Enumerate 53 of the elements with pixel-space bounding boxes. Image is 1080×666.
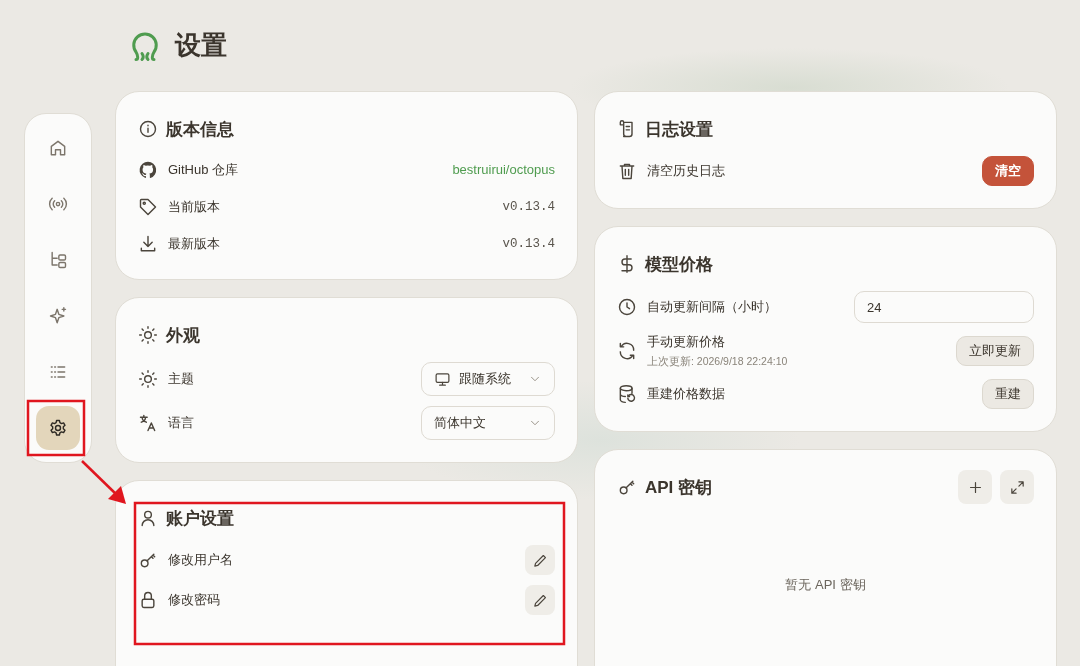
expand-icon xyxy=(1008,478,1026,496)
annotation-arrow xyxy=(81,460,126,504)
setting-label: 主题 xyxy=(168,370,195,388)
edit-button[interactable] xyxy=(525,545,555,575)
monitor-icon xyxy=(434,370,451,388)
version-value: v0.13.4 xyxy=(502,199,555,214)
setting-label: 最新版本 xyxy=(168,234,221,253)
setting-label: GitHub 仓库 xyxy=(168,160,240,179)
tag-icon xyxy=(138,196,158,217)
card-title: 外观 xyxy=(166,324,201,347)
sparkle-icon xyxy=(48,306,68,326)
trash-icon xyxy=(617,161,637,181)
sun-icon xyxy=(138,369,158,389)
select-dropdown[interactable]: 简体中文 xyxy=(421,406,555,440)
expand-button[interactable] xyxy=(1000,470,1034,504)
translate-icon xyxy=(138,413,158,433)
highlight-frame xyxy=(26,399,86,457)
setting-label: 修改密码 xyxy=(168,591,221,609)
card-title: 模型价格 xyxy=(645,253,714,276)
download-icon xyxy=(138,233,158,254)
card-title: 日志设置 xyxy=(645,118,714,141)
action-button[interactable]: 立即更新 xyxy=(956,336,1034,366)
refresh-icon xyxy=(617,341,637,361)
setting-label: 当前版本 xyxy=(168,197,221,216)
card-title: 版本信息 xyxy=(166,118,235,141)
action-button[interactable]: 重建 xyxy=(982,379,1034,409)
setting-label: 手动更新价格 xyxy=(647,333,726,351)
action-button[interactable]: 清空 xyxy=(982,156,1034,186)
empty-message: 暂无 API 密钥 xyxy=(784,576,867,594)
lock-icon xyxy=(138,590,158,610)
setting-label: 重建价格数据 xyxy=(647,385,726,403)
clock-icon xyxy=(617,297,637,317)
setting-label: 自动更新间隔（小时） xyxy=(647,298,778,316)
setting-label: 语言 xyxy=(168,414,195,432)
edit-button[interactable] xyxy=(525,585,555,615)
setting-label: 修改用户名 xyxy=(168,551,234,569)
info-icon xyxy=(138,119,158,139)
page-title: 设置 xyxy=(175,29,227,62)
sidebar-item[interactable] xyxy=(36,406,80,450)
setting-label: 清空历史日志 xyxy=(647,162,726,180)
home-icon xyxy=(48,138,68,158)
card-title: 账户设置 xyxy=(166,507,235,530)
database-icon xyxy=(617,384,637,404)
github-icon xyxy=(138,159,158,180)
last-update-note: 上次更新: 2026/9/18 22:24:10 xyxy=(647,355,789,369)
interval-input[interactable]: 24 xyxy=(854,291,1034,323)
folder-tree-icon xyxy=(48,250,68,270)
user-icon xyxy=(138,508,158,528)
version-value: v0.13.4 xyxy=(502,236,555,251)
select-dropdown[interactable]: 跟随系统 xyxy=(421,362,555,396)
card-title: API 密钥 xyxy=(645,476,714,499)
sun-icon xyxy=(138,325,158,345)
settings-icon xyxy=(48,418,68,438)
